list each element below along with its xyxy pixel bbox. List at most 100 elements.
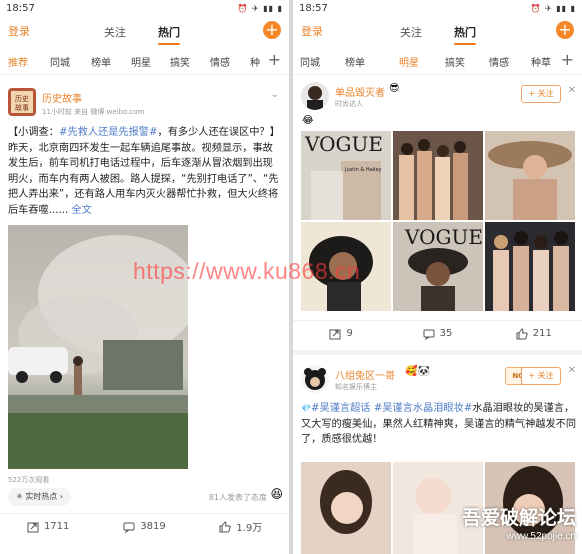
category-bar: 推荐 同城 榜单 明星 搞笑 情感 种 + — [0, 45, 289, 75]
category-emotion[interactable]: 情感 — [210, 54, 230, 69]
image-portrait[interactable] — [301, 222, 391, 311]
status-bar: 18:57 ⏰ ✈ ▮▮ ▮ — [0, 0, 289, 17]
image-portrait-1[interactable] — [301, 462, 391, 554]
author-meta: 时尚达人 — [335, 100, 363, 108]
left-screen: 18:57 ⏰ ✈ ▮▮ ▮ 登录 关注 热门 + 推荐 同城 榜单 明星 搞笑… — [0, 0, 289, 554]
image-hat-photo[interactable] — [485, 131, 575, 220]
post-actions: 1711 3819 1.9万 — [0, 513, 289, 539]
image-group-photo[interactable] — [393, 131, 483, 220]
author-name[interactable]: 历史故事 — [42, 90, 82, 105]
comment-button[interactable]: 35 — [389, 321, 485, 346]
like-count: 211 — [532, 328, 552, 339]
image-portrait-3[interactable] — [485, 462, 575, 554]
comment-icon — [123, 522, 135, 533]
thumbs-up-icon — [516, 327, 528, 339]
verified-badge-icon: 🥰🐼 — [405, 366, 430, 377]
compose-button[interactable]: + — [556, 21, 574, 39]
post-text: 💎#吴谨言超话 #吴谨言水晶泪眼妆#水晶泪眼妆的吴谨言，又大写的瘦美仙，果然人红… — [301, 401, 577, 448]
vogue-title-2: VOGUE — [404, 225, 483, 249]
top-nav: 登录 关注 热门 + — [0, 17, 289, 45]
tab-following[interactable]: 关注 — [400, 24, 422, 40]
post-text-intro: 【小调查： — [8, 127, 59, 138]
vogue-subtitle: Justin & Hailey — [344, 167, 382, 173]
hashtag-link[interactable]: #吴谨言水晶泪眼妆# — [374, 403, 473, 414]
author-avatar[interactable] — [301, 365, 329, 393]
tab-hot[interactable]: 热门 — [158, 24, 180, 45]
category-emotion[interactable]: 情感 — [489, 54, 509, 69]
like-button[interactable]: 1.9万 — [193, 514, 289, 539]
hot-topic-icon: ✳ — [16, 492, 23, 501]
category-funny[interactable]: 搞笑 — [445, 54, 465, 69]
status-time: 18:57 — [299, 3, 328, 14]
like-button[interactable]: 211 — [486, 321, 582, 346]
repost-button[interactable]: 9 — [293, 321, 389, 346]
post-menu-chevron-icon[interactable]: ⌄ — [271, 89, 279, 100]
repost-icon — [27, 522, 39, 532]
category-local[interactable]: 同城 — [50, 54, 70, 69]
category-funny[interactable]: 搞笑 — [170, 54, 190, 69]
category-rankings[interactable]: 榜单 — [345, 54, 365, 69]
follow-button[interactable]: + 关注 — [521, 85, 561, 103]
author-avatar[interactable] — [301, 82, 329, 110]
author-avatar[interactable]: 历史 故事 — [8, 88, 36, 116]
category-stars[interactable]: 明星 — [399, 54, 419, 69]
image-vogue-cover-2[interactable]: VOGUE — [393, 222, 483, 311]
post-video[interactable] — [8, 225, 188, 469]
repost-count: 9 — [346, 328, 353, 339]
image-portrait-2[interactable] — [393, 462, 483, 554]
comment-count: 35 — [439, 328, 453, 339]
fan-badge-icon: 😎 — [389, 83, 400, 94]
svg-text:故事: 故事 — [15, 103, 29, 112]
status-bar: 18:57 ⏰ ✈ ▮▮ ▮ — [293, 0, 582, 17]
comment-button[interactable]: 3819 — [96, 514, 192, 539]
post-text: 【小调查：#先救人还是先报警#，有多少人还在误区中？】昨天，北京南四环发生一起车… — [8, 125, 280, 218]
topic-icon: 💎 — [301, 404, 311, 413]
compose-button[interactable]: + — [263, 21, 281, 39]
close-icon[interactable]: ✕ — [568, 365, 576, 376]
login-link[interactable]: 登录 — [301, 23, 323, 39]
author-name[interactable]: 八组兔区一哥 — [335, 367, 395, 382]
status-icons: ⏰ ✈ ▮▮ ▮ — [237, 4, 283, 13]
status-icons: ⏰ ✈ ▮▮ ▮ — [530, 4, 576, 13]
post-meta: 11小时前 来自 微博 weibo.com — [42, 108, 145, 116]
vogue-title: VOGUE — [304, 132, 383, 156]
super-topic-link[interactable]: #吴谨言超话 — [311, 403, 370, 414]
tab-hot[interactable]: 热门 — [454, 24, 476, 45]
thumbs-up-icon — [219, 520, 232, 532]
category-more[interactable]: 种 — [250, 54, 260, 69]
top-nav: 登录 关注 热门 + — [293, 17, 582, 45]
category-bar: 同城 榜单 明星 搞笑 情感 种草 + — [293, 45, 582, 75]
right-screen: 18:57 ⏰ ✈ ▮▮ ▮ 登录 关注 热门 + 同城 榜单 明星 搞笑 情感… — [293, 0, 582, 554]
laugh-emoji-icon: 😆 — [270, 487, 283, 501]
category-rankings[interactable]: 榜单 — [91, 54, 111, 69]
full-text-link[interactable]: 全文 — [71, 205, 91, 216]
comment-count: 3819 — [140, 521, 166, 532]
tab-following[interactable]: 关注 — [104, 24, 126, 40]
hot-topic-chip[interactable]: ✳ 实时热点 › — [8, 488, 71, 506]
author-name[interactable]: 单品毁灭者 — [335, 84, 385, 99]
hashtag-link[interactable]: #先救人还是先报警# — [59, 127, 158, 138]
status-time: 18:57 — [6, 3, 35, 14]
post-card-2: 八组兔区一哥 🥰🐼 知名娱乐博主 NO.1 + 关注 ✕ 💎#吴谨言超话 #吴谨… — [293, 355, 582, 554]
category-seeding[interactable]: 种草 — [531, 54, 551, 69]
repost-count: 1711 — [43, 521, 70, 532]
emoji-icon: 😂 — [302, 115, 314, 126]
image-blackpink[interactable] — [485, 222, 575, 311]
close-icon[interactable]: ✕ — [568, 85, 576, 96]
reaction-summary: 81人发表了态度 — [208, 493, 267, 502]
category-stars[interactable]: 明星 — [131, 54, 151, 69]
repost-icon — [329, 329, 341, 339]
post-text-body: ，有多少人还在误区中？】昨天，北京南四环发生一起车辆追尾事故。视频显示，事故发生… — [8, 127, 280, 216]
category-local[interactable]: 同城 — [300, 54, 320, 69]
category-add-icon[interactable]: + — [268, 50, 281, 69]
svg-text:历史: 历史 — [15, 94, 29, 103]
category-add-icon[interactable]: + — [561, 50, 574, 69]
hot-topic-arrow-icon: › — [59, 492, 63, 501]
hot-topic-label: 实时热点 — [25, 492, 58, 501]
image-vogue-cover[interactable]: VOGUE Justin & Hailey — [301, 131, 391, 220]
like-count: 1.9万 — [236, 523, 263, 534]
repost-button[interactable]: 1711 — [0, 514, 96, 539]
category-recommend[interactable]: 推荐 — [8, 54, 28, 69]
follow-button[interactable]: + 关注 — [521, 367, 561, 385]
login-link[interactable]: 登录 — [8, 23, 30, 39]
